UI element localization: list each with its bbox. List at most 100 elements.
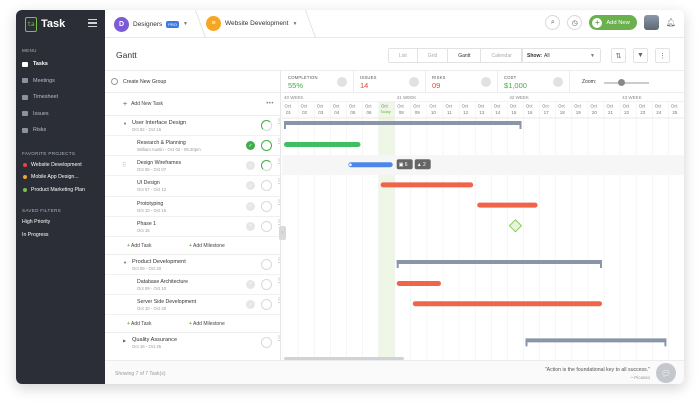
summary-bar-cap-left (396, 260, 399, 268)
caret-down-icon[interactable]: ▼ (123, 260, 127, 265)
footer: Showing 7 of 7 Task(s) "Action is the fo… (105, 360, 684, 384)
progress-ring (261, 220, 272, 232)
more-options-icon[interactable]: ⋮ (276, 298, 282, 304)
hamburger-icon[interactable] (88, 19, 97, 27)
create-group-label: Create New Group (123, 78, 167, 85)
search-icon[interactable]: ⌕ (545, 15, 561, 30)
more-options-icon[interactable]: ⋮ (276, 258, 282, 264)
show-filter-select[interactable]: Show: All ▼ (521, 48, 601, 63)
task-group-row[interactable]: ▶ Quality Assurance Oct 16 - Oct 25 ⋮ (105, 332, 282, 352)
stat-label: COMPLETION (288, 75, 318, 80)
complete-checkbox[interactable]: ✓ (246, 221, 255, 231)
complete-checkbox[interactable]: ✓ (246, 300, 255, 310)
complete-checkbox[interactable]: ✓ (246, 279, 255, 289)
project-stats: COMPLETION 55% ISSUES 14 RISKS 09 COST $… (282, 71, 684, 93)
top-actions: ⌕ ◷ + Add New 🔔︎ (545, 15, 676, 30)
task-dates: Oct 10 - Oct 15 (137, 207, 167, 213)
sidebar-item-risks[interactable]: Risks (16, 122, 105, 139)
more-options-icon[interactable]: ⋮ (276, 220, 282, 226)
add-milestone-label: Add Milestone (193, 321, 225, 328)
task-row[interactable]: ⠿ Design Wireframes Oct 05 - Oct 07 ✓ ⋮ (105, 155, 282, 175)
complete-checkbox[interactable]: ✓ (246, 141, 255, 150)
day-number: 20 (592, 110, 598, 115)
task-dates: Oct 09 - Oct 10 (137, 285, 167, 291)
task-row[interactable]: UI Design Oct 07 - Oct 12 ✓ ⋮ (105, 175, 282, 195)
complete-checkbox[interactable]: ✓ (246, 181, 255, 191)
task-name: Prototyping (137, 200, 164, 207)
row-highlight (282, 155, 684, 176)
add-milestone-button[interactable]: + Add Milestone (189, 321, 225, 327)
task-bar (412, 301, 602, 307)
task-bar (380, 182, 474, 188)
sort-icon[interactable]: ⇅ (611, 48, 626, 63)
task-row[interactable]: Prototyping Oct 10 - Oct 15 ✓ ⋮ (105, 195, 282, 216)
create-group-button[interactable]: Create New Group (105, 71, 280, 93)
progress-ring (261, 200, 272, 212)
project-icon: ≡ (206, 16, 221, 31)
tab-list[interactable]: List (389, 49, 418, 62)
saved-filter[interactable]: In Progress (16, 229, 105, 242)
more-options-icon[interactable]: ⋮ (655, 48, 670, 63)
bar-start-handle (349, 163, 352, 166)
task-row[interactable]: Phase 1 Oct 15 ✓ ⋮ (105, 215, 282, 236)
task-group-row[interactable]: ▼ User Interface Design Oct 02 - Oct 15 ⋮ (105, 115, 282, 135)
more-options-icon[interactable]: ⋮ (276, 139, 282, 145)
add-new-label: Add New (606, 19, 630, 26)
more-options-icon[interactable]: ⋮ (276, 278, 282, 284)
sidebar-item-tasks[interactable]: Tasks (16, 56, 105, 73)
task-group-row[interactable]: ▼ Product Development Oct 09 - Oct 20 ⋮ (105, 253, 282, 274)
zoom-slider-handle[interactable] (618, 79, 625, 86)
sidebar-item-meetings[interactable]: Meetings (16, 73, 105, 90)
tab-grid[interactable]: Grid (418, 49, 449, 62)
zoom-slider-track[interactable] (604, 82, 649, 84)
workspace-switcher[interactable]: D Designers PRO ▼ (114, 16, 188, 32)
bell-icon[interactable]: 🔔︎ (666, 18, 676, 27)
day-month-label: Oct (349, 104, 356, 109)
more-options-icon[interactable]: ••• (266, 101, 274, 107)
project-switcher[interactable]: ≡ Website Development ▼ (206, 16, 297, 31)
tasks-icon (22, 61, 28, 67)
favorite-project[interactable]: Product Marketing Plan (16, 184, 105, 197)
add-task-button[interactable]: + Add Task (127, 243, 152, 249)
sidebar-item-timesheet[interactable]: Timesheet (16, 89, 105, 106)
project-color-dot (23, 187, 27, 192)
task-row[interactable]: Server Side Development Oct 10 - Oct 20 ✓ ⋮ (105, 294, 282, 314)
more-options-icon[interactable]: ⋮ (276, 200, 282, 206)
sidebar-item-issues[interactable]: Issues (16, 106, 105, 123)
group-name: User Interface Design (132, 120, 187, 126)
filter-icon[interactable]: ▼ (633, 48, 648, 63)
more-options-icon[interactable]: ⋮ (276, 119, 282, 125)
more-options-icon[interactable]: ⋮ (276, 179, 282, 185)
favorite-project[interactable]: Mobile App Design... (16, 171, 105, 184)
day-month-label: Oct (333, 104, 340, 109)
week-label: 40 WEEK (284, 95, 304, 100)
menu-heading: MENU (22, 48, 37, 53)
stat-value: 14 (360, 81, 369, 90)
drag-handle-icon[interactable]: ⠿ (122, 162, 126, 169)
chat-icon[interactable]: 💬︎ (656, 363, 676, 383)
clock-icon[interactable]: ◷ (567, 15, 583, 30)
complete-checkbox[interactable]: ✓ (246, 161, 255, 171)
tab-gantt[interactable]: Gantt (448, 49, 482, 62)
task-row[interactable]: Database Architecture Oct 09 - Oct 10 ✓ ⋮ (105, 273, 282, 294)
user-avatar[interactable] (643, 15, 659, 30)
group-name: Quality Assurance (132, 337, 178, 344)
more-options-icon[interactable]: ⋮ (276, 336, 282, 342)
add-new-button[interactable]: + Add New (589, 15, 637, 30)
caret-right-icon[interactable]: ▶ (123, 338, 126, 343)
add-task-button[interactable]: + Add Task (127, 321, 152, 327)
add-new-task-row[interactable]: + Add New Task ••• (105, 93, 280, 115)
stat-label: COST (504, 75, 517, 80)
favorite-project[interactable]: Website Development (16, 159, 105, 172)
add-milestone-button[interactable]: + Add Milestone (189, 243, 225, 249)
saved-filter[interactable]: High Priority (16, 216, 105, 229)
day-month-label: Oct (301, 104, 308, 109)
caret-down-icon[interactable]: ▼ (123, 121, 127, 126)
tab-calendar[interactable]: Calendar (481, 49, 521, 62)
workspace-avatar: D (114, 16, 129, 32)
complete-checkbox[interactable]: ✓ (246, 201, 255, 211)
more-options-icon[interactable]: ⋮ (276, 159, 282, 165)
task-row[interactable]: Research & Planning William Austin - Oct … (105, 135, 282, 155)
day-number: 21 (608, 110, 614, 115)
summary-bar-cap-right (519, 121, 522, 129)
